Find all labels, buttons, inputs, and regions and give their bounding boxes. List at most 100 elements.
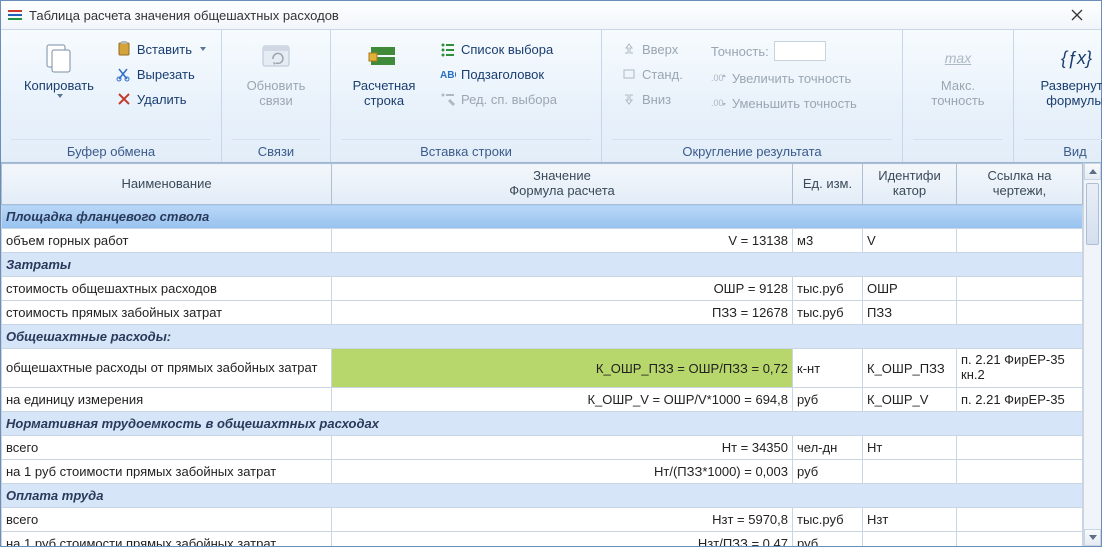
move-down-button[interactable]: Вниз xyxy=(616,88,688,110)
cell-formula[interactable]: V = 13138 xyxy=(332,229,793,253)
increase-precision-button[interactable]: .00 Увеличить точность xyxy=(706,67,862,89)
cell-name[interactable]: всего xyxy=(2,436,332,460)
cell-formula[interactable]: К_ОШР_ПЗЗ = ОШР/ПЗЗ = 0,72 xyxy=(332,349,793,388)
std-icon xyxy=(621,66,637,82)
cell-formula[interactable]: К_ОШР_V = ОШР/V*1000 = 694,8 xyxy=(332,388,793,412)
cell-ident[interactable]: ОШР xyxy=(863,277,957,301)
cell-ref[interactable] xyxy=(957,301,1083,325)
expand-formulas-button[interactable]: {ƒx} Развернуть формулы xyxy=(1024,36,1102,114)
cell-unit[interactable]: руб xyxy=(793,388,863,412)
cell-ref[interactable] xyxy=(957,229,1083,253)
table-row[interactable]: всегоНзт = 5970,8тыс.рубНзт xyxy=(2,508,1083,532)
select-list-button[interactable]: Список выбора xyxy=(435,38,562,60)
table-row[interactable]: Затраты xyxy=(2,253,1083,277)
table-row[interactable]: Нормативная трудоемкость в общешахтных р… xyxy=(2,412,1083,436)
col-unit[interactable]: Ед. изм. xyxy=(793,164,863,205)
close-button[interactable] xyxy=(1059,1,1095,29)
table-row[interactable]: объем горных работV = 13138м3V xyxy=(2,229,1083,253)
table-row[interactable]: стоимость прямых забойных затратПЗЗ = 12… xyxy=(2,301,1083,325)
cell-ref[interactable] xyxy=(957,277,1083,301)
subheader-button[interactable]: ABC Подзаголовок xyxy=(435,63,562,85)
precision-input[interactable] xyxy=(774,41,826,61)
refresh-links-button[interactable]: Обновить связи xyxy=(234,36,318,114)
cell-name[interactable]: на единицу измерения xyxy=(2,388,332,412)
table-row[interactable]: стоимость общешахтных расходовОШР = 9128… xyxy=(2,277,1083,301)
cell-ident[interactable] xyxy=(863,532,957,547)
cell-ref[interactable]: п. 2.21 ФирЕР-35 кн.2 xyxy=(957,349,1083,388)
cell-formula[interactable]: ОШР = 9128 xyxy=(332,277,793,301)
std-button[interactable]: Станд. xyxy=(616,63,688,85)
cut-button[interactable]: Вырезать xyxy=(111,63,211,85)
edit-select-button[interactable]: Ред. сп. выбора xyxy=(435,88,562,110)
scroll-up-button[interactable] xyxy=(1084,163,1101,180)
max-precision-button[interactable]: max Макс. точность xyxy=(916,36,1000,114)
cell-ref[interactable] xyxy=(957,436,1083,460)
col-ident-label1: Идентифи xyxy=(878,168,941,183)
table-row[interactable]: Общешахтные расходы: xyxy=(2,325,1083,349)
cell-unit[interactable]: чел-дн xyxy=(793,436,863,460)
delete-button[interactable]: Удалить xyxy=(111,88,211,110)
table-row[interactable]: на 1 руб стоимости прямых забойных затра… xyxy=(2,532,1083,547)
increase-precision-label: Увеличить точность xyxy=(732,71,851,86)
table-row[interactable]: общешахтные расходы от прямых забойных з… xyxy=(2,349,1083,388)
copy-button[interactable]: Копировать xyxy=(11,36,107,103)
col-ident[interactable]: Идентифи катор xyxy=(863,164,957,205)
cell-ident[interactable]: Нт xyxy=(863,436,957,460)
move-up-button[interactable]: Вверх xyxy=(616,38,688,60)
paste-button[interactable]: Вставить xyxy=(111,38,211,60)
cell-ident[interactable] xyxy=(863,460,957,484)
cell-name[interactable]: общешахтные расходы от прямых забойных з… xyxy=(2,349,332,388)
cell-ref[interactable] xyxy=(957,508,1083,532)
col-value[interactable]: Значение Формула расчета xyxy=(332,164,793,205)
cell-name[interactable]: объем горных работ xyxy=(2,229,332,253)
cell-formula[interactable]: Нзт/ПЗЗ = 0,47 xyxy=(332,532,793,547)
scroll-down-button[interactable] xyxy=(1084,529,1101,546)
cell-ref[interactable] xyxy=(957,460,1083,484)
table-row[interactable]: Оплата труда xyxy=(2,484,1083,508)
cell-ident[interactable]: ПЗЗ xyxy=(863,301,957,325)
subheader-icon: ABC xyxy=(440,66,456,82)
cell-name[interactable]: на 1 руб стоимости прямых забойных затра… xyxy=(2,532,332,547)
table-row[interactable]: всегоНт = 34350чел-днНт xyxy=(2,436,1083,460)
col-ref[interactable]: Ссылка на чертежи, xyxy=(957,164,1083,205)
cell-unit[interactable]: тыс.руб xyxy=(793,508,863,532)
cell-formula[interactable]: Нт/(ПЗЗ*1000) = 0,003 xyxy=(332,460,793,484)
precision-label: Точность: xyxy=(711,44,769,59)
expand-formulas-label2: формулы xyxy=(1046,94,1102,109)
delete-icon xyxy=(116,91,132,107)
cell-formula[interactable]: Нт = 34350 xyxy=(332,436,793,460)
cell-unit[interactable]: руб xyxy=(793,532,863,547)
cell-name[interactable]: всего xyxy=(2,508,332,532)
calc-line-button[interactable]: Расчетная строка xyxy=(341,36,427,114)
cell-ident[interactable]: К_ОШР_V xyxy=(863,388,957,412)
table-row[interactable]: на 1 руб стоимости прямых забойных затра… xyxy=(2,460,1083,484)
cell-ref[interactable]: п. 2.21 ФирЕР-35 xyxy=(957,388,1083,412)
table-row[interactable]: на единицу измеренияК_ОШР_V = ОШР/V*1000… xyxy=(2,388,1083,412)
cell-unit[interactable]: руб xyxy=(793,460,863,484)
table-row[interactable]: Площадка фланцевого ствола xyxy=(2,205,1083,229)
col-value-label1: Значение xyxy=(533,168,591,183)
cell-name[interactable]: стоимость общешахтных расходов xyxy=(2,277,332,301)
scroll-thumb[interactable] xyxy=(1086,183,1099,245)
fx-icon: {ƒx} xyxy=(1058,41,1092,75)
cell-name[interactable]: на 1 руб стоимости прямых забойных затра… xyxy=(2,460,332,484)
decrease-precision-button[interactable]: .00 Уменьшить точность xyxy=(706,92,862,114)
cell-unit[interactable]: тыс.руб xyxy=(793,277,863,301)
data-grid[interactable]: Наименование Значение Формула расчета Ед… xyxy=(1,163,1083,546)
col-ref-label2: чертежи, xyxy=(993,183,1046,198)
cell-ident[interactable]: Нзт xyxy=(863,508,957,532)
col-name[interactable]: Наименование xyxy=(2,164,332,205)
cell-formula[interactable]: Нзт = 5970,8 xyxy=(332,508,793,532)
group-label-maxprec xyxy=(913,139,1003,162)
cell-ref[interactable] xyxy=(957,532,1083,547)
cell-formula[interactable]: ПЗЗ = 12678 xyxy=(332,301,793,325)
cell-ident[interactable]: V xyxy=(863,229,957,253)
cell-name[interactable]: стоимость прямых забойных затрат xyxy=(2,301,332,325)
cell-unit[interactable]: к-нт xyxy=(793,349,863,388)
grid-header-row: Наименование Значение Формула расчета Ед… xyxy=(2,164,1083,205)
cell-unit[interactable]: м3 xyxy=(793,229,863,253)
col-ident-label2: катор xyxy=(893,183,926,198)
cell-ident[interactable]: К_ОШР_ПЗЗ xyxy=(863,349,957,388)
vertical-scrollbar[interactable] xyxy=(1083,163,1101,546)
cell-unit[interactable]: тыс.руб xyxy=(793,301,863,325)
